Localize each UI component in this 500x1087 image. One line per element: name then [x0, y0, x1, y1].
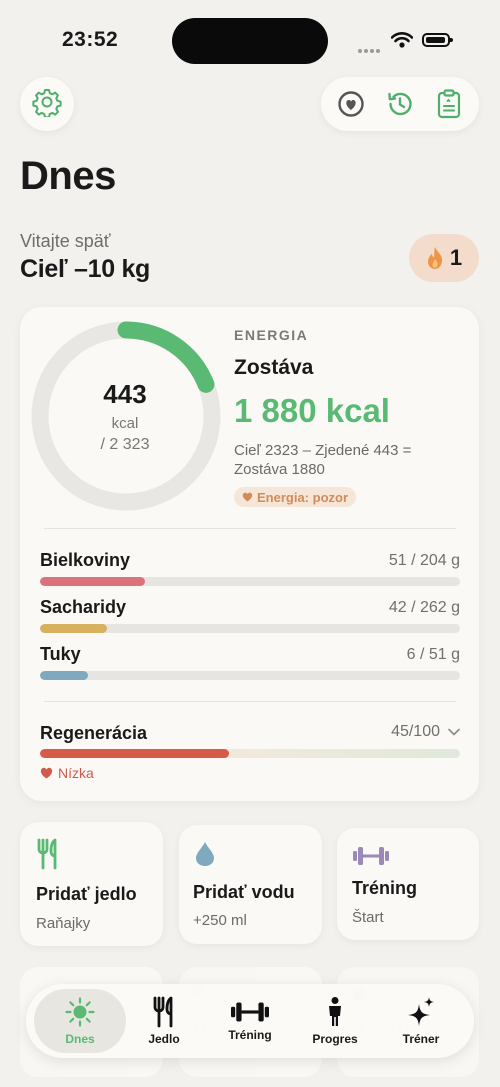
macro-protein-value: 51 / 204 g	[388, 552, 460, 569]
regeneration-fill	[40, 749, 229, 758]
heart-icon	[40, 767, 53, 779]
sun-icon	[64, 996, 96, 1028]
energy-section-label: ENERGIA	[234, 327, 309, 343]
regeneration-status: Nízka	[40, 765, 94, 781]
macro-carbs-bar	[40, 624, 460, 633]
gear-icon	[32, 87, 62, 122]
signal-icon	[358, 40, 382, 58]
tab-training-label: Tréning	[228, 1028, 272, 1042]
remaining-label: Zostáva	[234, 356, 314, 379]
heart-circle-icon	[338, 91, 364, 117]
ring-kcal-eaten: 443	[103, 379, 147, 409]
tab-food[interactable]: Jedlo	[126, 984, 202, 1058]
calorie-ring-progress	[117, 321, 215, 393]
tab-coach[interactable]: Tréner	[382, 984, 460, 1058]
add-water-card[interactable]: Pridať vodu +250 ml	[179, 825, 322, 944]
macro-carbs-value: 42 / 262 g	[388, 599, 460, 616]
regeneration-name: Regenerácia	[40, 723, 148, 743]
top-actions-group	[321, 77, 479, 131]
macro-fat-bar	[40, 671, 460, 680]
fork-knife-icon	[36, 838, 60, 875]
page-title: Dnes	[20, 154, 116, 198]
regeneration-status-text: Nízka	[58, 765, 94, 781]
streak-badge[interactable]: 1	[409, 234, 479, 282]
macro-carbs-name: Sacharidy	[40, 597, 127, 617]
person-icon	[323, 996, 347, 1028]
divider	[44, 701, 456, 702]
add-water-sub: +250 ml	[193, 912, 247, 929]
regeneration-value: 45/100	[391, 723, 440, 740]
welcome-text: Vitajte späť	[20, 231, 111, 251]
flame-icon	[426, 246, 444, 270]
tab-training[interactable]: Tréning	[208, 984, 292, 1058]
dynamic-island	[172, 18, 328, 64]
tab-today[interactable]: Dnes	[34, 984, 126, 1058]
battery-icon	[422, 33, 453, 47]
energy-warning-text: Energia: pozor	[257, 489, 349, 505]
history-button[interactable]	[385, 89, 415, 119]
health-heart-button[interactable]	[337, 90, 365, 118]
ring-unit: kcal	[111, 415, 139, 432]
heart-icon	[242, 492, 253, 502]
remaining-kcal-value: 1 880 kcal	[234, 392, 390, 429]
add-meal-title: Pridať jedlo	[36, 884, 137, 904]
tab-coach-label: Tréner	[402, 1032, 440, 1046]
macro-protein-fill	[40, 577, 145, 586]
status-time: 23:52	[62, 28, 119, 51]
energy-card[interactable]: 443 kcal / 2 323 ENERGIA Zostáva 1 880 k…	[20, 307, 479, 801]
water-drop-icon	[195, 841, 215, 872]
tab-progress-label: Progres	[312, 1032, 358, 1046]
macro-fat-name: Tuky	[40, 644, 81, 664]
goal-text: Cieľ –10 kg	[20, 255, 151, 283]
training-sub: Štart	[352, 909, 384, 926]
dumbbell-icon	[353, 845, 389, 872]
regeneration-bar	[40, 749, 460, 758]
clipboard-button[interactable]	[435, 88, 463, 120]
training-title: Tréning	[352, 878, 418, 898]
tab-progress[interactable]: Progres	[296, 984, 374, 1058]
divider	[44, 528, 456, 529]
energy-formula: Cieľ 2323 – Zjedené 443 = Zostáva 1880	[234, 442, 412, 478]
training-card[interactable]: Tréning Štart	[337, 828, 479, 940]
streak-count: 1	[449, 245, 463, 270]
regeneration-toggle[interactable]: 45/100	[350, 723, 460, 741]
macro-carbs-fill	[40, 624, 108, 633]
fork-knife-icon	[152, 996, 176, 1028]
tab-bar: Dnes Jedlo Tréning Progres Tréner	[26, 984, 474, 1058]
macro-fat-value: 6 / 51 g	[406, 646, 460, 663]
chevron-down-icon	[448, 728, 460, 736]
settings-button[interactable]	[20, 77, 74, 131]
macro-fat-fill	[40, 671, 89, 680]
wifi-icon	[390, 32, 414, 53]
energy-warning-badge[interactable]: Energia: pozor	[234, 487, 357, 507]
add-meal-sub: Raňajky	[36, 915, 91, 932]
macro-protein-name: Bielkoviny	[40, 550, 131, 570]
tab-today-label: Dnes	[65, 1032, 95, 1046]
history-icon	[388, 92, 412, 116]
tab-food-label: Jedlo	[148, 1032, 180, 1046]
add-water-title: Pridať vodu	[193, 882, 295, 902]
add-meal-card[interactable]: Pridať jedlo Raňajky	[20, 822, 163, 946]
dumbbell-icon	[231, 1000, 269, 1024]
sparkles-icon	[406, 996, 436, 1028]
macro-protein-bar	[40, 577, 460, 586]
ring-kcal-total: / 2 323	[100, 436, 150, 453]
clipboard-icon	[437, 89, 461, 119]
